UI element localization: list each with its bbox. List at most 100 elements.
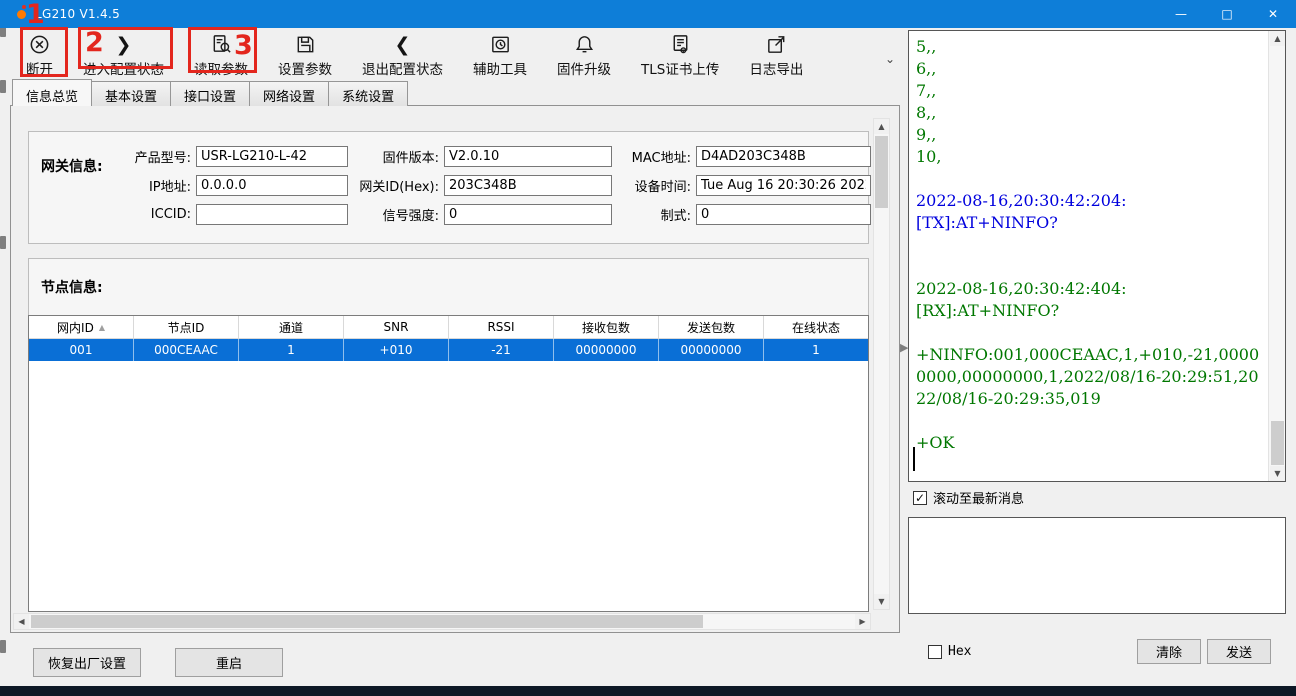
exit-config-icon: ❮	[395, 32, 411, 57]
log-vertical-scrollbar[interactable]: ▲ ▼	[1268, 31, 1285, 481]
gateway-info-title: 网关信息:	[41, 156, 103, 176]
close-button[interactable]: ✕	[1250, 0, 1296, 28]
window-controls: — □ ✕	[1158, 0, 1296, 28]
node-info-title: 节点信息:	[41, 277, 103, 297]
vertical-scroll-thumb[interactable]	[875, 136, 888, 208]
log-line: 10,	[916, 146, 1264, 168]
field-input[interactable]	[444, 175, 612, 196]
field-label: MAC地址:	[614, 147, 694, 166]
table-row[interactable]: 001 000CEAAC 1 +010 -21 00000000 0000000…	[29, 339, 868, 361]
tab-system-settings[interactable]: 系统设置	[328, 81, 408, 106]
log-line	[916, 410, 1264, 432]
exit-config-button[interactable]: ❮ 退出配置状态	[358, 32, 447, 78]
field-input[interactable]	[696, 204, 871, 225]
set-params-button[interactable]: 设置参数	[274, 32, 336, 78]
clear-button[interactable]: 清除	[1137, 639, 1201, 664]
toolbar-label: 退出配置状态	[362, 58, 443, 78]
column-label: 节点ID	[168, 319, 205, 336]
field-input[interactable]	[696, 175, 871, 196]
column-label: 通道	[279, 319, 303, 336]
annotation-box-1	[20, 27, 68, 77]
horizontal-scroll-thumb[interactable]	[31, 615, 703, 628]
field-label: 设备时间:	[614, 176, 694, 195]
log-line: 6,,	[916, 58, 1264, 80]
annotation-number-3: 3	[234, 32, 253, 59]
column-header-node-id[interactable]: 节点ID	[134, 316, 239, 338]
scroll-left-icon[interactable]: ◀	[14, 614, 29, 629]
cell-node-id: 000CEAAC	[134, 339, 239, 361]
firmware-upgrade-button[interactable]: 固件升级	[553, 32, 615, 78]
scroll-right-icon[interactable]: ▶	[855, 614, 870, 629]
log-export-button[interactable]: 日志导出	[745, 32, 807, 78]
aux-tools-icon	[489, 32, 512, 57]
toolbar-label: 设置参数	[278, 58, 332, 78]
table-header: 网内ID ▲ 节点ID 通道 SNR RSSI 接收包数 发送包数 在线状态	[29, 316, 868, 339]
tab-basic-settings[interactable]: 基本设置	[91, 81, 171, 106]
log-line: 2022-08-16,20:30:42:404:	[916, 278, 1264, 300]
toolbar-overflow-icon[interactable]: ⌄	[885, 52, 895, 66]
check-icon: ✓	[915, 492, 925, 504]
field-input[interactable]	[196, 204, 348, 225]
column-label: 接收包数	[582, 319, 630, 336]
field-input[interactable]	[696, 146, 871, 167]
factory-reset-button[interactable]: 恢复出厂设置	[33, 648, 141, 677]
restart-button[interactable]: 重启	[175, 648, 283, 677]
aux-tools-button[interactable]: 辅助工具	[469, 32, 531, 78]
field-input[interactable]	[444, 204, 612, 225]
text-caret	[913, 447, 915, 471]
tab-bar: 信息总览 基本设置 接口设置 网络设置 系统设置	[12, 81, 407, 106]
node-info-group: 节点信息: 网内ID ▲ 节点ID 通道 SNR RSSI 接收包数 发送包数 …	[28, 258, 869, 610]
field-label: ICCID:	[126, 207, 194, 222]
column-header-rssi[interactable]: RSSI	[449, 316, 554, 338]
main-vertical-scrollbar[interactable]: ▲ ▼	[873, 118, 890, 610]
minimize-button[interactable]: —	[1158, 0, 1204, 28]
autoscroll-checkbox[interactable]: ✓ 滚动至最新消息	[913, 488, 1024, 507]
send-button[interactable]: 发送	[1207, 639, 1271, 664]
scroll-down-icon[interactable]: ▼	[1270, 466, 1285, 481]
log-scroll-thumb[interactable]	[1271, 421, 1284, 465]
taskbar-strip	[0, 686, 1296, 696]
log-line: 9,,	[916, 124, 1264, 146]
column-header-online-status[interactable]: 在线状态	[764, 316, 868, 338]
tab-network-settings[interactable]: 网络设置	[249, 81, 329, 106]
column-header-snr[interactable]: SNR	[344, 316, 449, 338]
app-logo-icon	[17, 10, 26, 19]
column-header-tx-packets[interactable]: 发送包数	[659, 316, 764, 338]
autoscroll-label: 滚动至最新消息	[933, 488, 1024, 507]
field-label: 产品型号:	[126, 147, 194, 166]
scroll-down-icon[interactable]: ▼	[874, 594, 889, 609]
message-input[interactable]	[908, 517, 1286, 614]
hex-checkbox[interactable]: Hex	[928, 644, 971, 659]
checkbox-checked-icon: ✓	[913, 491, 927, 505]
window-title: LG210 V1.4.5	[35, 7, 120, 21]
field-input[interactable]	[196, 175, 348, 196]
toolbar-label: 固件升级	[557, 58, 611, 78]
scroll-up-icon[interactable]: ▲	[874, 119, 889, 134]
toolbar-label: TLS证书上传	[641, 58, 719, 78]
log-panel: 5,,6,,7,,8,,9,,10, 2022-08-16,20:30:42:2…	[908, 30, 1286, 482]
main-horizontal-scrollbar[interactable]: ◀ ▶	[13, 613, 871, 630]
column-header-net-id[interactable]: 网内ID ▲	[29, 316, 134, 338]
log-output[interactable]: 5,,6,,7,,8,,9,,10, 2022-08-16,20:30:42:2…	[916, 36, 1264, 477]
tls-cert-upload-button[interactable]: TLS证书上传	[637, 32, 723, 78]
cell-rx-packets: 00000000	[554, 339, 659, 361]
field-input[interactable]	[444, 146, 612, 167]
log-line: 8,,	[916, 102, 1264, 124]
cell-rssi: -21	[449, 339, 554, 361]
field-label: 制式:	[614, 205, 694, 224]
column-header-channel[interactable]: 通道	[239, 316, 344, 338]
cell-channel: 1	[239, 339, 344, 361]
log-line: 7,,	[916, 80, 1264, 102]
titlebar: LG210 V1.4.5 — □ ✕	[0, 0, 1296, 28]
log-line: [TX]:AT+NINFO?	[916, 212, 1264, 234]
log-line: 2022-08-16,20:30:42:204:	[916, 190, 1264, 212]
maximize-button[interactable]: □	[1204, 0, 1250, 28]
tab-interface-settings[interactable]: 接口设置	[170, 81, 250, 106]
column-label: RSSI	[487, 320, 514, 334]
column-header-rx-packets[interactable]: 接收包数	[554, 316, 659, 338]
column-label: 发送包数	[687, 319, 735, 336]
field-input[interactable]	[196, 146, 348, 167]
toolbar-label: 辅助工具	[473, 58, 527, 78]
scroll-up-icon[interactable]: ▲	[1270, 31, 1285, 46]
tab-info-overview[interactable]: 信息总览	[12, 79, 92, 106]
